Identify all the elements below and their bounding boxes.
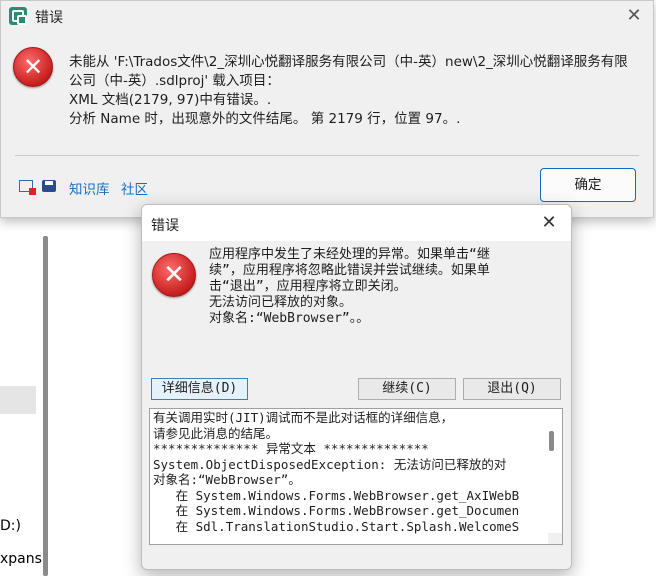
exception-dialog: 错误 ✕ ✕ 应用程序中发生了未经处理的异常。如果单击“继 续”，应用程序将忽略… — [141, 204, 572, 570]
error-icon: ✕ — [152, 253, 196, 297]
message-line: 续”，应用程序将忽略此错误并尝试继续。如果单 — [209, 263, 490, 278]
message-line: 公司（中-英）.sdlproj' 载入项目： — [69, 73, 280, 89]
detail-line: 在 System.Windows.Forms.WebBrowser.get_Ax… — [153, 487, 520, 503]
continue-button[interactable]: 继续(C) — [358, 378, 456, 400]
close-icon[interactable]: ✕ — [621, 3, 647, 29]
error-message: 未能从 'F:\Trados文件\2_深圳心悦翻译服务有限公司（中-英）new\… — [69, 53, 644, 129]
detail-line: ************** 异常文本 ************** — [153, 441, 429, 456]
background-scrollbar[interactable] — [43, 236, 48, 576]
message-line: XML 文档(2179, 97)中有错误。. — [69, 92, 272, 108]
dialog-title: 错误 — [35, 10, 63, 26]
message-line: 击“退出”，应用程序将立即关闭。 — [209, 279, 407, 294]
message-line: 未能从 'F:\Trados文件\2_深圳心悦翻译服务有限公司（中-英）new\… — [69, 54, 628, 70]
details-button[interactable]: 详细信息(D) — [151, 378, 248, 400]
message-line: 对象名:“WebBrowser”。。 — [209, 311, 370, 326]
detail-line: 在 Sdl.TranslationStudio.Start.Splash.Wel… — [153, 518, 520, 534]
dialog-titlebar: 错误 ✕ — [142, 205, 571, 241]
dialog-title: 错误 — [151, 218, 179, 234]
background-label-drive: D:) — [0, 518, 21, 534]
error-icon: ✕ — [13, 47, 53, 87]
detail-line: 请参见此消息的结尾。 — [153, 425, 279, 441]
detail-line: 对象名:“WebBrowser”。 — [153, 472, 301, 487]
details-textbox[interactable]: 有关调用实时(JIT)调试而不是此对话框的详细信息， 请参见此消息的结尾。 **… — [149, 408, 563, 545]
detail-line: System.ObjectDisposedException: 无法访问已释放的… — [153, 456, 507, 472]
detail-line: 在 System.Windows.Forms.WebBrowser.get_Do… — [153, 503, 520, 518]
app-icon — [9, 7, 27, 25]
quit-button[interactable]: 退出(Q) — [463, 378, 561, 400]
save-icon[interactable] — [42, 180, 56, 192]
details-scrollbar[interactable] — [549, 431, 554, 451]
knowledge-base-link[interactable]: 知识库 — [69, 178, 110, 198]
ok-button[interactable]: 确定 — [540, 168, 636, 202]
message-line: 无法访问已释放的对象。 — [209, 295, 353, 310]
trados-error-dialog: 错误 ✕ ✕ 未能从 'F:\Trados文件\2_深圳心悦翻译服务有限公司（中… — [0, 0, 654, 218]
scroll-corner — [548, 533, 562, 544]
exception-message: 应用程序中发生了未经处理的异常。如果单击“继 续”，应用程序将忽略此错误并尝试继… — [209, 247, 549, 327]
detail-line: 有关调用实时(JIT)调试而不是此对话框的详细信息， — [153, 410, 454, 425]
close-icon[interactable]: ✕ — [537, 211, 561, 235]
details-text: 有关调用实时(JIT)调试而不是此对话框的详细信息， 请参见此消息的结尾。 **… — [153, 410, 538, 534]
background-label-expand: xpans — [0, 551, 42, 567]
copy-details-icon[interactable] — [19, 180, 36, 195]
community-link[interactable]: 社区 — [121, 178, 148, 198]
divider — [15, 155, 639, 156]
background-selected-row — [0, 386, 36, 414]
dialog-titlebar: 错误 ✕ — [1, 1, 653, 31]
message-line: 分析 Name 时，出现意外的文件结尾。 第 2179 行，位置 97。. — [69, 111, 461, 127]
message-line: 应用程序中发生了未经处理的异常。如果单击“继 — [209, 247, 490, 262]
